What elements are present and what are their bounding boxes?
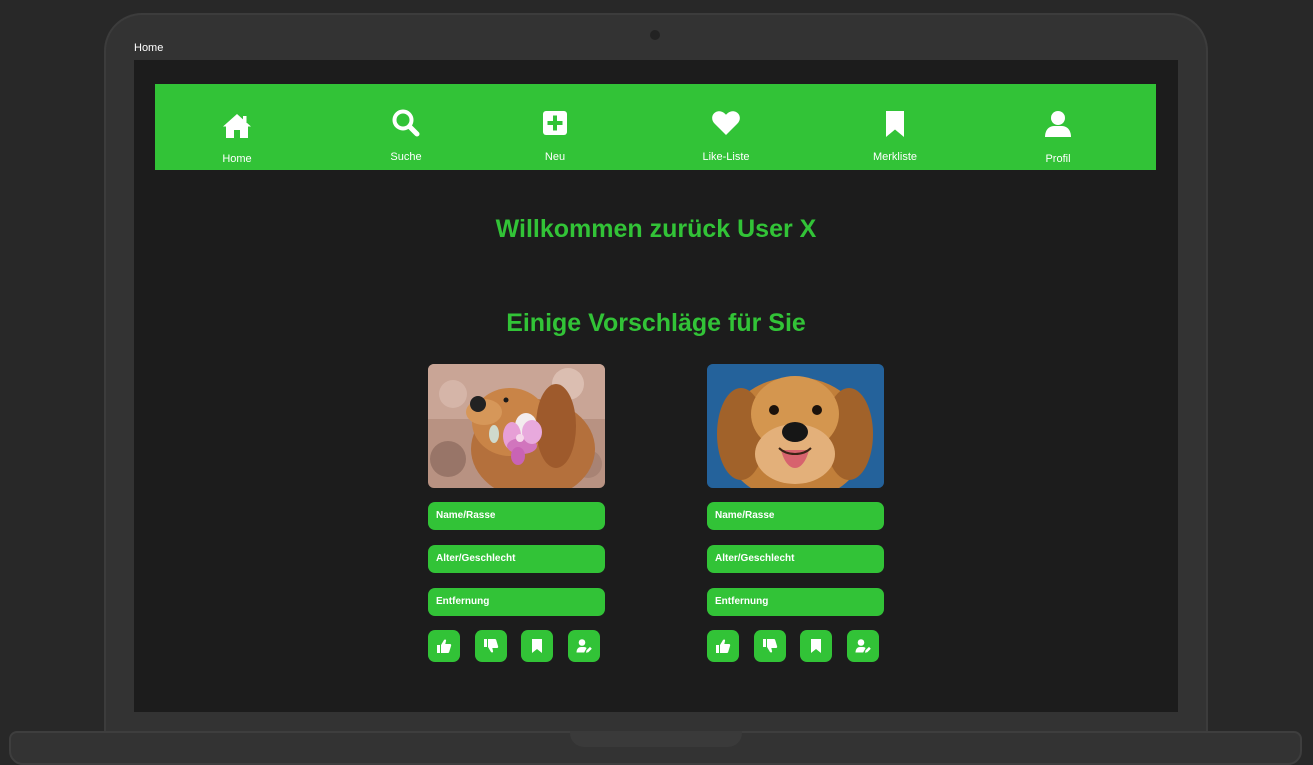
distance-field[interactable]: Entfernung xyxy=(707,588,884,616)
like-button[interactable] xyxy=(707,630,739,662)
laptop-notch xyxy=(570,731,742,747)
nav-label-bookmarks: Merkliste xyxy=(872,151,917,163)
top-navbar: Home Suche Neu Like-Liste Merkliste Prof… xyxy=(155,84,1156,170)
nav-label-like-list: Like-Liste xyxy=(702,151,750,163)
nav-item-like-list[interactable]: Like-Liste xyxy=(666,84,786,170)
app-screen: Home Suche Neu Like-Liste Merkliste Prof… xyxy=(134,60,1178,712)
bookmark-icon xyxy=(808,638,824,654)
page-title: Home xyxy=(134,42,164,54)
nav-item-profile[interactable]: Profil xyxy=(998,84,1118,170)
heart-icon xyxy=(710,107,742,139)
suggestion-card-2: Name/Rasse Alter/Geschlecht Entfernung xyxy=(707,364,884,664)
dislike-button[interactable] xyxy=(754,630,786,662)
contact-button[interactable] xyxy=(568,630,600,662)
nav-item-bookmarks[interactable]: Merkliste xyxy=(835,84,955,170)
bookmark-icon xyxy=(879,108,911,140)
search-icon xyxy=(390,107,422,139)
camera-dot xyxy=(650,30,660,40)
like-button[interactable] xyxy=(428,630,460,662)
nav-item-new[interactable]: Neu xyxy=(495,84,615,170)
welcome-heading: Willkommen zurück User X xyxy=(495,215,817,243)
dislike-button[interactable] xyxy=(475,630,507,662)
thumbs-up-icon xyxy=(436,638,452,654)
dog-photo[interactable] xyxy=(707,364,884,488)
plus-square-icon xyxy=(539,107,571,139)
user-edit-icon xyxy=(855,638,871,654)
nav-label-home: Home xyxy=(222,153,252,165)
nav-label-profile: Profil xyxy=(1045,153,1071,165)
age-gender-field[interactable]: Alter/Geschlecht xyxy=(428,545,605,573)
name-breed-field[interactable]: Name/Rasse xyxy=(707,502,884,530)
thumbs-down-icon xyxy=(483,638,499,654)
bookmark-button[interactable] xyxy=(800,630,832,662)
suggestion-card-1: Name/Rasse Alter/Geschlecht Entfernung xyxy=(428,364,605,664)
contact-button[interactable] xyxy=(847,630,879,662)
nav-item-search[interactable]: Suche xyxy=(346,84,466,170)
home-icon xyxy=(221,110,253,142)
thumbs-up-icon xyxy=(715,638,731,654)
bookmark-button[interactable] xyxy=(521,630,553,662)
nav-label-new: Neu xyxy=(544,151,566,163)
nav-item-home[interactable]: Home xyxy=(177,84,297,170)
nav-label-search: Suche xyxy=(390,151,422,163)
user-edit-icon xyxy=(576,638,592,654)
dog-photo[interactable] xyxy=(428,364,605,488)
suggestions-heading: Einige Vorschläge für Sie xyxy=(506,309,806,337)
age-gender-field[interactable]: Alter/Geschlecht xyxy=(707,545,884,573)
bookmark-icon xyxy=(529,638,545,654)
distance-field[interactable]: Entfernung xyxy=(428,588,605,616)
user-icon xyxy=(1042,108,1074,140)
name-breed-field[interactable]: Name/Rasse xyxy=(428,502,605,530)
thumbs-down-icon xyxy=(762,638,778,654)
